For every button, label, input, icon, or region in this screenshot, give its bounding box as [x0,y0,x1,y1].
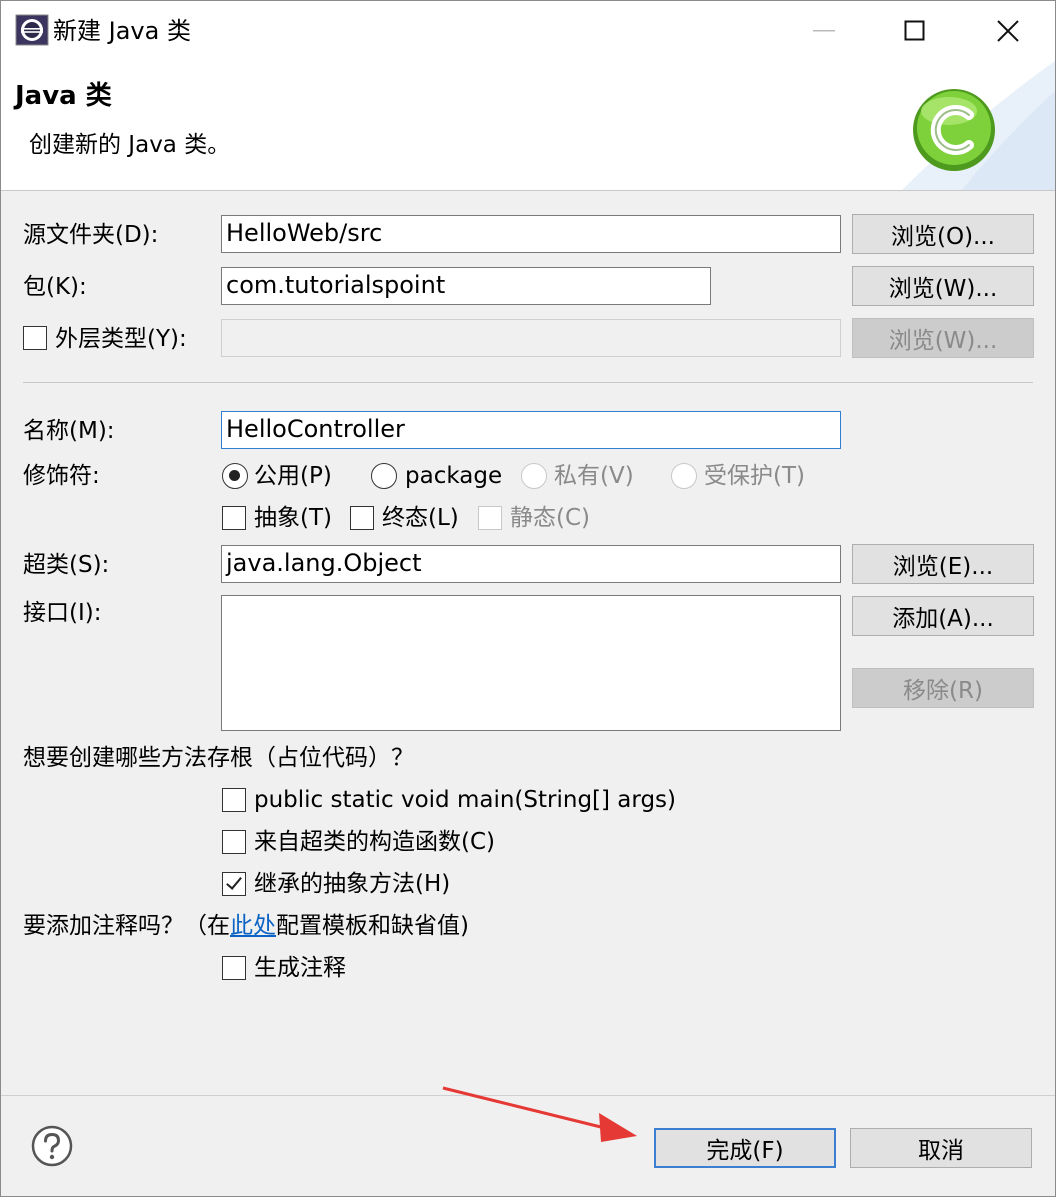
new-java-class-dialog: 新建 Java 类 Java 类 创建新的 Java 类。 源文件夹(D): H… [0,0,1056,1197]
finish-button[interactable]: 完成(F) [654,1128,836,1168]
annotation-arrow [442,1086,637,1142]
cancel-button[interactable]: 取消 [850,1128,1032,1168]
